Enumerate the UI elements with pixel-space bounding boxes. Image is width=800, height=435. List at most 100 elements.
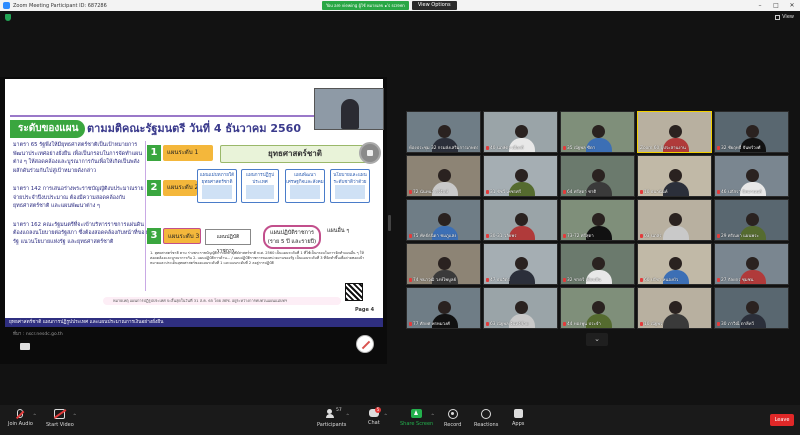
share-screen-icon xyxy=(411,409,423,418)
participant-name-text: 72 นันทนา ศรีรักษ์ xyxy=(413,190,449,195)
participant-tile[interactable]: 32 ชาตรี เทียนปัน xyxy=(560,243,635,285)
participant-tile[interactable]: 72 นันทนา ศรีรักษ์ xyxy=(406,155,481,197)
plan-box-illustration xyxy=(290,185,320,199)
gallery-view: ห้องประชุม 32 กรมส่งเสริมการเกษตร 40 นภษั… xyxy=(406,111,789,331)
maximize-button[interactable]: □ xyxy=(768,0,784,11)
audio-options-chevron-icon[interactable]: ^ xyxy=(33,413,36,418)
folder-icon[interactable] xyxy=(20,343,30,350)
gallery-next-page-button[interactable]: ⌄ xyxy=(586,333,608,346)
participant-tile[interactable]: 30 ภาวิณี ตาลีทวี xyxy=(714,287,789,329)
slide-paragraph: มาตรา 162 คณะรัฐมนตรีที่จะเข้าบริหารราชก… xyxy=(13,221,148,245)
participant-head xyxy=(438,213,451,226)
participant-head xyxy=(592,257,605,270)
participant-tile[interactable]: 77 ศักยศ พรหมวงศ์ xyxy=(406,287,481,329)
qr-code xyxy=(345,283,363,301)
slide-page-number: Page 4 xyxy=(355,307,375,313)
record-button[interactable]: Record xyxy=(444,409,461,428)
participant-tile[interactable]: 10 ธนานันท์ xyxy=(637,155,712,197)
participant-tile[interactable]: 46 ปภัสรา ปัทมานนท์ xyxy=(714,155,789,197)
muted-mic-icon xyxy=(640,233,643,238)
participant-tile[interactable]: 10 ณัฐพร xyxy=(637,287,712,329)
microphone-muted-icon xyxy=(17,409,24,418)
participants-chevron-icon[interactable]: ^ xyxy=(346,413,349,418)
start-video-button[interactable]: Start Video xyxy=(46,409,74,428)
participant-name: 72 นันทนา ศรีรักษ์ xyxy=(409,188,478,195)
participant-tile[interactable]: 32 ชัยฤทธิ์ จันทร์วงศ์ xyxy=(714,111,789,153)
share-status: You are viewing ผู้ใช้ หมายเลข ๑'s scree… xyxy=(322,1,409,10)
participant-tile[interactable]: ห้องประชุม 32 กรมส่งเสริมการเกษตร xyxy=(406,111,481,153)
participant-tile[interactable]: 63 ณัฐพล จันทร์ซ้าย xyxy=(483,287,558,329)
view-button[interactable]: View xyxy=(775,14,794,20)
participant-head xyxy=(438,257,451,270)
share-screen-button[interactable]: Share Screen xyxy=(400,409,433,427)
slide-paragraph: มาตรา 142 การเสนอร่างพระราชบัญญัติงบประม… xyxy=(13,186,144,209)
level-number: 3 xyxy=(147,228,161,244)
split-view-handle[interactable] xyxy=(388,215,391,231)
participant-tile[interactable]: 60 ปรีชา หนองบัว xyxy=(637,243,712,285)
participant-head xyxy=(669,169,682,182)
participant-name-text: 46 ปภัสรา ปัทมานนท์ xyxy=(721,190,762,195)
participant-name-text: 10 ณัฐพร xyxy=(644,322,663,327)
participant-tile[interactable]: 73-72 ศรีสุดา xyxy=(560,199,635,241)
participant-tile[interactable]: 47 ธนวัตร xyxy=(483,243,558,285)
participant-tile[interactable]: 30-31 วลัยพร xyxy=(483,199,558,241)
participant-tile[interactable]: 75 พัทธ์ธนิดา ชมภูแสง xyxy=(406,199,481,241)
slide-footer: ยุทธศาสตร์ชาติ แผนการปฏิรูปประเทศ และแผน… xyxy=(5,318,383,327)
record-label: Record xyxy=(444,422,462,428)
leave-button[interactable]: Leave xyxy=(770,414,794,426)
participant-tile[interactable]: 27 กัลยกร ชุมชน xyxy=(714,243,789,285)
participant-tile[interactable]: 29 ศรัณยา แผนพระ xyxy=(714,199,789,241)
muted-mic-icon xyxy=(409,277,412,282)
participant-tile[interactable]: 31 ชัชวี เพชรศรี xyxy=(483,155,558,197)
join-audio-button[interactable]: Join Audio xyxy=(8,409,33,427)
record-icon xyxy=(447,409,458,419)
close-button[interactable]: ✕ xyxy=(784,0,800,11)
level-label: แผนระดับ 2 xyxy=(163,180,198,196)
apps-button[interactable]: Apps xyxy=(512,409,524,427)
participant-head xyxy=(746,257,759,270)
participant-head xyxy=(515,213,528,226)
reactions-button[interactable]: Reactions xyxy=(474,409,498,428)
participant-tile[interactable]: 44 ทองพูน ประจำ xyxy=(560,287,635,329)
participant-name-text: 63 ณัฐพล จันทร์ซ้าย xyxy=(490,322,529,327)
participant-tile[interactable]: Zoom 60 ผู้ประสานงาน xyxy=(637,111,712,153)
participant-name: 60 ปรีชา หนองบัว xyxy=(640,276,709,283)
minimize-button[interactable]: – xyxy=(752,0,768,11)
view-label: View xyxy=(782,14,794,20)
participant-tile[interactable]: 40 นภษัตร เมืองดี xyxy=(483,111,558,153)
share-chevron-icon[interactable]: ^ xyxy=(431,413,434,418)
camera-off-icon xyxy=(54,409,66,419)
window-title: Zoom Meeting Participant ID: 687286 xyxy=(13,2,107,9)
participant-tile[interactable]: 64 ศรีสุดา ชาติ xyxy=(560,155,635,197)
participant-name-text: 03 นภสร xyxy=(644,234,662,239)
muted-mic-icon xyxy=(563,277,566,282)
participant-head xyxy=(746,301,759,314)
annotate-pen-button[interactable] xyxy=(356,335,374,353)
participant-name: Zoom 60 ผู้ประสานงาน xyxy=(640,144,709,151)
participant-tile[interactable]: 74 ชนาวุฒิ วงษ์ไพบูลย์ xyxy=(406,243,481,285)
zoom-window: Zoom Meeting Participant ID: 687286 You … xyxy=(0,0,800,435)
active-speaker-thumbnail[interactable] xyxy=(314,88,384,130)
grid-view-icon xyxy=(775,14,781,20)
participant-name: 10 ธนานันท์ xyxy=(640,188,709,195)
video-options-chevron-icon[interactable]: ^ xyxy=(73,413,76,418)
muted-mic-icon xyxy=(563,189,566,194)
share-screen-label: Share Screen xyxy=(400,421,434,427)
participant-head xyxy=(746,125,759,138)
view-options-button[interactable]: View Options xyxy=(411,1,457,10)
participant-head xyxy=(515,169,528,182)
participant-name-text: 73-72 ศรีสุดา xyxy=(567,234,594,239)
join-audio-label: Join Audio xyxy=(8,421,33,427)
participant-tile[interactable]: 03 นภสร xyxy=(637,199,712,241)
participant-head xyxy=(746,169,759,182)
participant-name-text: 30 ภาวิณี ตาลีทวี xyxy=(721,322,754,327)
plan-box: แผนแม่บทภายใต้ยุทธศาสตร์ชาติ xyxy=(197,169,237,203)
muted-mic-icon xyxy=(486,189,489,194)
participant-tile[interactable]: 35 ณัฐพล ซิดา xyxy=(560,111,635,153)
plan-other-box: แผนอื่น ๆ xyxy=(327,228,350,234)
participant-name-text: 64 ศรีสุดา ชาติ xyxy=(567,190,597,195)
security-shield-icon[interactable] xyxy=(5,14,11,21)
participant-head xyxy=(669,125,682,138)
chat-chevron-icon[interactable]: ^ xyxy=(384,413,387,418)
annotation-control-button[interactable] xyxy=(359,142,381,164)
